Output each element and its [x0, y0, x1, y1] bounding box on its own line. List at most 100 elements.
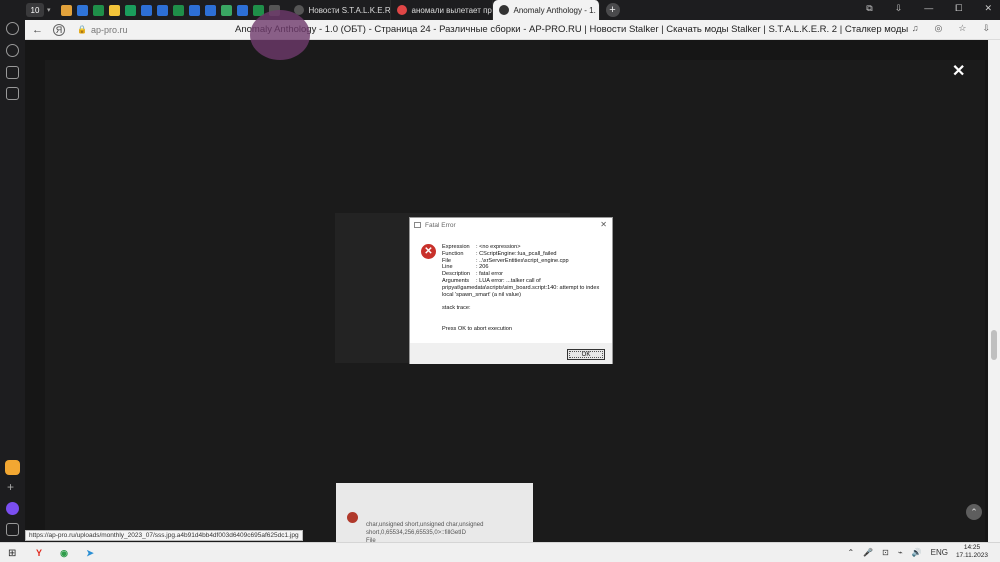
ok-button[interactable]: OK: [567, 349, 605, 360]
window-icon: [414, 222, 421, 228]
link-status-url: https://ap-pro.ru/uploads/monthly_2023_0…: [25, 530, 303, 541]
system-tray: ⌃ 🎤 ⊡ ⌁ 🔊 ENG: [847, 548, 948, 557]
pinned-tab-favicon-icon[interactable]: [140, 4, 152, 16]
row-value: : CScriptEngine::lua_pcall_failed: [476, 250, 557, 257]
pinned-tab-favicon-icon[interactable]: [236, 4, 248, 16]
screenshot-icon[interactable]: [6, 87, 19, 100]
row-key: Line: [442, 264, 453, 271]
row-value: : <no expression>: [476, 244, 521, 250]
page-title: Anomaly Anthology - 1.0 (ОБТ) - Страница…: [235, 24, 909, 35]
pinned-tab-favicon-icon[interactable]: [156, 4, 168, 16]
error-row: Line : 206: [442, 264, 607, 271]
lock-icon[interactable]: 🔒: [77, 25, 87, 34]
yandex-favicon-icon: [396, 5, 407, 15]
panel-settings-icon[interactable]: [6, 523, 19, 536]
tab-anomaly-crash-search[interactable]: аномали вылетает при уб: [391, 0, 493, 20]
mail-icon[interactable]: [5, 460, 20, 475]
address-bar-tools: ♫ ◎ ☆ ⇩: [912, 23, 990, 34]
collections-icon[interactable]: ⧉: [866, 3, 872, 14]
error-row: Expression : <no expression>: [442, 244, 607, 251]
microphone-icon[interactable]: 🎤: [863, 548, 873, 557]
row-value: : LUA error: ...talker call of: [476, 277, 541, 284]
add-panel-icon[interactable]: +: [7, 480, 14, 494]
error-row: File : ..\xrServerEntities\script_engine.…: [442, 258, 607, 265]
play-icon[interactable]: [6, 44, 19, 57]
window-controls: ⧉ ⇩ — ⧠ ✕: [866, 3, 992, 14]
minimize-button[interactable]: —: [924, 3, 933, 14]
pinned-tab-favicon-icon[interactable]: [188, 4, 200, 16]
site-favicon-icon: [498, 5, 509, 15]
lightbox-close-button[interactable]: ✕: [952, 61, 965, 81]
row-key: Function: [442, 250, 464, 257]
pinned-tab-favicon-icon[interactable]: [92, 4, 104, 16]
pinned-tab-favicon-icon[interactable]: [108, 4, 120, 16]
download-icon[interactable]: ⇩: [982, 23, 990, 34]
display-icon[interactable]: ⊡: [882, 548, 889, 557]
page-scrollbar[interactable]: [988, 40, 1000, 542]
yandex-browser-icon[interactable]: Y: [32, 546, 46, 560]
clock-date: 17.11.2023: [955, 552, 988, 559]
dialog-footer: OK: [410, 343, 612, 364]
row-key: Description: [442, 271, 470, 278]
tab-stalker-news[interactable]: Новости S.T.A.L.K.E.R. - AP: [288, 0, 391, 20]
new-tab-button[interactable]: +: [605, 3, 620, 17]
pinned-tab-favicon-icon[interactable]: [60, 4, 72, 16]
close-window-button[interactable]: ✕: [984, 3, 992, 14]
dialog-message: Expression : <no expression> Function : CS…: [442, 244, 607, 333]
tab-anomaly-anthology[interactable]: Anomaly Anthology - 1. ✕: [492, 0, 600, 20]
error-dot-icon: [347, 512, 358, 523]
pinned-tabs: [60, 4, 280, 16]
tab-bar: 10 ▾ Новости S.T.A.L.K.E.R. - AP аномали…: [0, 0, 1000, 20]
back-button[interactable]: ←: [32, 24, 43, 36]
volume-icon[interactable]: 🔊: [912, 548, 922, 557]
tab-label: аномали вылетает при уб: [411, 5, 492, 15]
history-icon[interactable]: [6, 22, 19, 35]
pinned-tab-favicon-icon[interactable]: [76, 4, 88, 16]
stack-trace-label: stack trace:: [442, 305, 471, 312]
language-indicator[interactable]: ENG: [931, 548, 948, 557]
row-key: File: [442, 257, 452, 264]
scrollbar-thumb[interactable]: [991, 330, 997, 360]
network-icon[interactable]: ⌁: [898, 548, 903, 557]
row-key: Arguments: [442, 277, 470, 284]
pinned-tab-favicon-icon[interactable]: [204, 4, 216, 16]
arguments-continued: pripyat\gamedata\scripts\sim_board.scrip…: [442, 284, 600, 298]
music-icon[interactable]: ♫: [912, 23, 919, 34]
browser-sidebar: +: [0, 20, 25, 542]
error-row: Function : CScriptEngine::lua_pcall_faile…: [442, 251, 607, 258]
maximize-button[interactable]: ⧠: [955, 3, 962, 14]
tab-label: Anomaly Anthology - 1.: [513, 5, 596, 15]
chrome-icon[interactable]: ◉: [57, 546, 71, 560]
pinned-tab-favicon-icon[interactable]: [220, 4, 232, 16]
dialog-title: Fatal Error: [425, 221, 456, 229]
pinned-tab-favicon-icon[interactable]: [172, 4, 184, 16]
taskbar: ⊞ Y ◉ ➤ ⌃ 🎤 ⊡ ⌁ 🔊 ENG 14:25 17.11.2023: [0, 542, 1000, 562]
calendar-icon[interactable]: [6, 66, 19, 79]
dialog-titlebar: Fatal Error: [410, 218, 612, 232]
row-value: : fatal error: [476, 271, 504, 278]
row-value: : 206: [476, 264, 489, 271]
alice-assistant-icon[interactable]: [6, 502, 19, 515]
clock[interactable]: 14:25 17.11.2023: [956, 544, 988, 560]
alice-icon[interactable]: ◎: [935, 23, 943, 34]
url-domain[interactable]: ap-pro.ru: [91, 25, 128, 35]
dialog-close-button[interactable]: ✕: [600, 220, 607, 229]
clock-time: 14:25: [963, 544, 981, 551]
chevron-up-icon[interactable]: ⌃: [847, 548, 854, 557]
address-bar: ← Я 🔒 ap-pro.ru Anomaly Anthology - 1.0 …: [0, 20, 1000, 40]
fatal-error-dialog: Fatal Error ✕ ✕ Expression : <no expressi…: [409, 217, 613, 364]
error-icon: ✕: [421, 244, 436, 259]
start-button[interactable]: ⊞: [8, 548, 16, 559]
row-value: : ..\xrServerEntities\script_engine.cpp: [476, 257, 569, 264]
user-avatar: [250, 10, 310, 60]
yandex-home-icon[interactable]: Я: [53, 23, 65, 36]
telegram-icon[interactable]: ➤: [83, 546, 97, 560]
chevron-down-icon[interactable]: ▾: [47, 6, 51, 14]
downloads-icon[interactable]: ⇩: [895, 3, 903, 14]
row-key: Expression: [442, 244, 470, 250]
scroll-to-top-button[interactable]: ⌃: [966, 504, 982, 520]
pinned-tab-favicon-icon[interactable]: [124, 4, 136, 16]
press-ok-text: Press OK to abort execution: [442, 326, 512, 333]
tab-count-button[interactable]: 10: [26, 3, 44, 17]
bookmark-icon[interactable]: ☆: [958, 23, 966, 34]
